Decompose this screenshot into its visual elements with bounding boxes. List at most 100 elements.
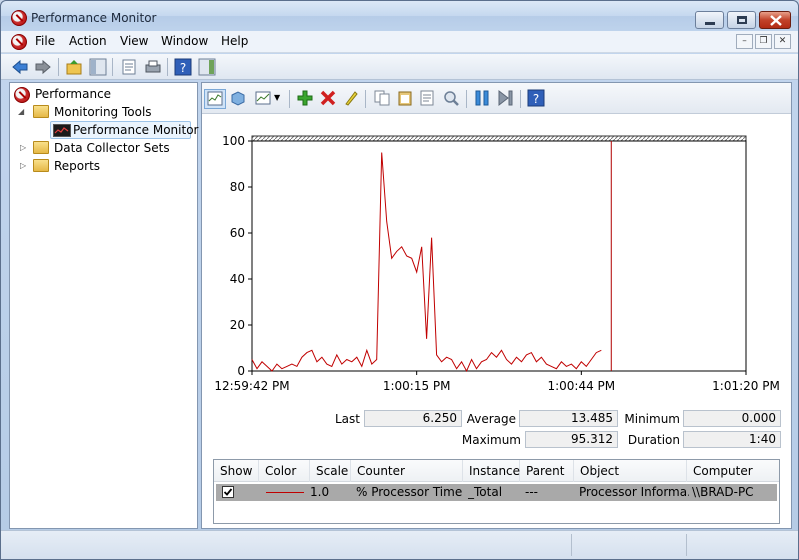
menu-action[interactable]: Action [69,34,107,48]
mdi-close-button[interactable]: ✕ [774,34,791,49]
toolbar-separator [520,90,521,108]
menu-help[interactable]: Help [221,34,248,48]
menu-view[interactable]: View [120,34,148,48]
x-axis: 12:59:42 PM 1:00:15 PM 1:00:44 PM 1:01:20 P… [214,371,780,393]
collapsed-arrow-icon[interactable]: ▷ [20,143,26,152]
toolbar-separator [289,90,290,108]
checkmark-icon [223,488,233,496]
row-computer: \\BRAD-PC [692,485,754,499]
toolbar-separator [466,90,467,108]
last-value: 6.250 [364,410,462,427]
menu-window[interactable]: Window [161,34,208,48]
status-bar [1,530,798,559]
copy-properties-icon[interactable] [373,89,391,107]
maximize-icon [737,16,747,24]
help-icon[interactable]: ? [527,89,545,107]
column-computer[interactable]: Computer [687,460,779,482]
expanded-arrow-icon[interactable]: ◢ [18,107,24,116]
highlight-icon[interactable] [342,89,360,107]
menu-bar: File Action View Window Help – ❐ ✕ [1,31,798,53]
action-pane-icon[interactable] [198,58,216,76]
forward-arrow-icon[interactable] [34,58,52,76]
view-log-data-icon[interactable] [229,89,247,107]
update-data-icon[interactable] [496,89,514,107]
up-folder-icon[interactable] [65,58,83,76]
tree-item-data-collector-sets[interactable]: Data Collector Sets [54,141,170,155]
last-label: Last [335,412,360,426]
x-tick-label: 1:01:20 PM [712,379,780,393]
row-counter: % Processor Time [356,485,463,499]
back-arrow-icon[interactable] [11,58,29,76]
performance-icon [14,87,30,103]
column-parent[interactable]: Parent [520,460,574,482]
performance-monitor-pane: ▼ ? 0 20 40 60 80 100 12:59:42 PM 1:00:1… [201,82,792,529]
toolbar-separator [365,90,366,108]
average-value: 13.485 [519,410,618,427]
y-axis: 0 20 40 60 80 100 [222,134,252,378]
maximum-label: Maximum [461,433,521,447]
maximize-button[interactable] [727,11,756,29]
counter-legend-table[interactable]: Show Color Scale Counter Instance Parent… [213,459,780,524]
x-tick-label: 1:00:44 PM [547,379,615,393]
main-toolbar: ? [1,54,798,80]
maximum-value: 95.312 [525,431,618,448]
zoom-icon[interactable] [442,89,460,107]
paste-counter-list-icon[interactable] [396,89,414,107]
tree-item-performance-monitor-label: Performance Monitor [73,123,199,137]
chart-plot-frame [251,140,747,372]
y-tick-label: 20 [230,318,245,332]
properties-icon[interactable] [418,89,436,107]
row-object: Processor Informa... [579,485,689,499]
mdi-restore-button[interactable]: ❐ [755,34,772,49]
app-window: Performance Monitor File Action View Win… [0,0,799,560]
toolbar-separator [112,58,113,76]
x-tick-label: 1:00:15 PM [383,379,451,393]
minimize-button[interactable] [695,11,724,29]
y-tick-label: 0 [237,364,245,378]
console-tree: Performance ◢ Monitoring Tools Performan… [9,82,198,529]
title-bar[interactable]: Performance Monitor [1,1,798,31]
average-label: Average [466,412,516,426]
performance-line-chart[interactable]: 0 20 40 60 80 100 12:59:42 PM 1:00:15 PM 1:00:4… [203,115,791,395]
series-line [251,152,602,373]
change-graph-type-icon[interactable] [254,89,272,107]
freeze-display-icon[interactable] [473,89,491,107]
add-counter-icon[interactable] [296,89,314,107]
show-hide-console-tree-icon[interactable] [89,58,107,76]
data-collector-sets-folder-icon [33,141,49,154]
column-scale[interactable]: Scale [310,460,351,482]
row-instance: _Total [468,485,503,499]
series-color-swatch [266,492,304,493]
tree-item-monitoring-tools[interactable]: Monitoring Tools [54,105,152,119]
table-row[interactable]: 1.0 % Processor Time _Total --- Processo… [216,484,777,501]
performance-monitor-app-icon[interactable] [11,10,27,26]
row-parent: --- [525,485,538,499]
view-current-activity-icon[interactable] [204,89,226,109]
print-icon[interactable] [144,58,162,76]
y-tick-label: 40 [230,272,245,286]
monitoring-tools-folder-icon [33,105,49,118]
graph-toolbar: ▼ ? [202,83,791,114]
tree-item-performance-monitor[interactable]: Performance Monitor [50,121,198,139]
column-color[interactable]: Color [259,460,310,482]
y-tick-label: 60 [230,226,245,240]
series-processor-time [251,152,602,373]
graph-type-dropdown-icon[interactable]: ▼ [274,93,280,102]
svg-text:?: ? [180,61,186,75]
collapsed-arrow-icon[interactable]: ▷ [20,161,26,170]
column-instance[interactable]: Instance [463,460,520,482]
close-button[interactable] [759,11,791,29]
tree-item-reports[interactable]: Reports [54,159,100,173]
help-icon[interactable]: ? [174,58,192,76]
duration-label: Duration [627,433,680,447]
show-checkbox[interactable] [222,486,234,498]
menu-file[interactable]: File [35,34,55,48]
properties-icon[interactable] [120,58,138,76]
system-menu-icon[interactable] [11,34,27,50]
column-counter[interactable]: Counter [351,460,463,482]
delete-counter-icon[interactable] [319,89,337,107]
tree-item-performance[interactable]: Performance [35,87,111,101]
column-show[interactable]: Show [214,460,259,482]
column-object[interactable]: Object [574,460,687,482]
mdi-minimize-button[interactable]: – [736,34,753,49]
